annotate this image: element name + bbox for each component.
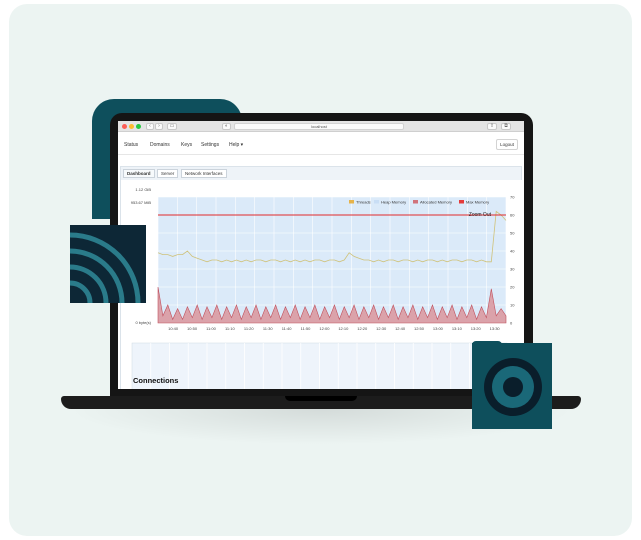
right-axis-label: 40 xyxy=(510,249,515,254)
memory-chart: 1.12 GiB 953.67 MiB 0 byte(s) 70 60 50 40 30 20… xyxy=(121,180,523,389)
zoom-out-button[interactable]: Zoom Out xyxy=(469,212,492,218)
logout-button[interactable]: Logout xyxy=(496,139,518,150)
right-axis-label: 20 xyxy=(510,285,515,290)
left-axis-label: 0 byte(s) xyxy=(135,320,151,325)
legend-swatch xyxy=(413,200,418,204)
close-window-button[interactable] xyxy=(122,124,127,129)
right-axis-label: 70 xyxy=(510,195,515,200)
back-button[interactable]: ‹ xyxy=(146,123,154,130)
legend-label: Heap Memory xyxy=(381,200,406,205)
left-axis-label: 1.12 GiB xyxy=(135,187,151,192)
laptop-notch xyxy=(285,396,357,401)
legend-swatch xyxy=(349,200,354,204)
address-bar[interactable]: localhost xyxy=(234,123,404,130)
left-axis-label: 953.67 MiB xyxy=(131,200,152,205)
wireless-waves-icon xyxy=(70,225,146,303)
legend-label: Allocated Memory xyxy=(420,200,452,205)
connections-title: Connections xyxy=(133,376,179,385)
nav-item-settings[interactable]: Settings xyxy=(201,142,219,148)
nav-item-help[interactable]: Help ▾ xyxy=(229,142,243,148)
nav-item-keys[interactable]: Keys xyxy=(181,142,192,148)
privacy-icon[interactable]: ◐ xyxy=(222,123,231,130)
forward-button[interactable]: › xyxy=(155,123,163,130)
share-icon[interactable]: ⇧ xyxy=(487,123,497,130)
nav-item-domains[interactable]: Domains xyxy=(150,142,170,148)
ring-icon xyxy=(472,343,552,429)
right-axis-label: 60 xyxy=(510,213,515,218)
minimize-window-button[interactable] xyxy=(129,124,134,129)
sidebar-toggle-icon[interactable]: ▭ xyxy=(167,123,177,130)
right-axis-label: 10 xyxy=(510,303,515,308)
top-navbar: Status Domains Keys Settings Help ▾ Logo… xyxy=(118,135,524,155)
chart-legend: Threads Heap Memory Allocated Memory Max Me… xyxy=(349,200,489,205)
tabs-icon[interactable]: ⧉ xyxy=(501,123,511,130)
legend-label: Max Memory xyxy=(466,200,489,205)
maximize-window-button[interactable] xyxy=(136,124,141,129)
legend-label: Threads xyxy=(356,200,371,205)
nav-item-status[interactable]: Status xyxy=(124,142,138,148)
right-axis-label: 30 xyxy=(510,267,515,272)
tab-panel: Dashboard Server Network Interfaces 1.12… xyxy=(120,166,523,389)
legend-swatch xyxy=(459,200,464,204)
browser-titlebar: ‹ › ▭ ◐ localhost ⇧ ⧉ xyxy=(118,121,524,132)
legend-swatch xyxy=(374,200,379,204)
laptop-screen: ‹ › ▭ ◐ localhost ⇧ ⧉ Status Domains Key… xyxy=(118,121,524,389)
right-axis-label: 50 xyxy=(510,231,515,236)
